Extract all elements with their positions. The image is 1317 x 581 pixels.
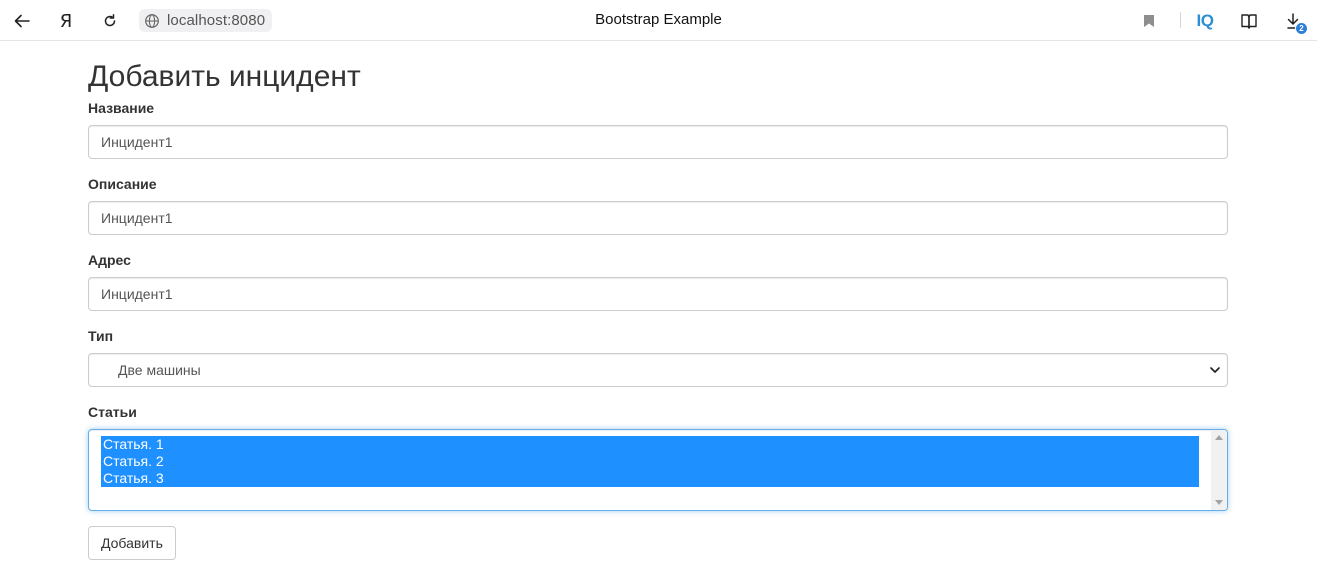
article-option[interactable]: Статья. 1 [101,436,1199,453]
yandex-button[interactable]: Я [52,7,80,35]
reload-icon[interactable] [96,7,124,35]
globe-icon [144,13,160,29]
articles-multiselect[interactable]: Статья. 1 Статья. 2 Статья. 3 [88,429,1228,511]
add-button[interactable]: Добавить [88,526,176,560]
description-label: Описание [88,176,157,192]
toolbar-divider [1180,12,1181,28]
articles-group: Статьи Статья. 1 Статья. 2 Статья. 3 [88,402,1228,511]
bookmark-icon[interactable] [1135,7,1163,35]
articles-scrollbar[interactable] [1211,430,1227,510]
chevron-down-icon [1210,367,1220,373]
type-select[interactable]: Две машины [88,353,1228,387]
scroll-down-arrow-icon[interactable] [1215,500,1223,505]
reader-mode-icon[interactable] [1235,7,1263,35]
page-title: Добавить инцидент [88,60,361,93]
address-text: localhost:8080 [167,12,266,29]
browser-toolbar: Я localhost:8080 Bootstrap Example IQ 2 [0,0,1317,41]
type-label: Тип [88,328,114,344]
description-input[interactable]: Инцидент1 [88,201,1228,235]
name-input[interactable]: Инцидент1 [88,125,1228,159]
name-group: Название Инцидент1 [88,98,1228,159]
download-icon[interactable]: 2 [1279,7,1308,35]
back-arrow-icon[interactable] [8,7,36,35]
address-label: Адрес [88,252,131,268]
iq-extension-icon[interactable]: IQ [1191,7,1219,35]
description-group: Описание Инцидент1 [88,174,1228,235]
scroll-up-arrow-icon[interactable] [1215,435,1223,440]
address-input[interactable]: Инцидент1 [88,277,1228,311]
article-option[interactable]: Статья. 3 [101,470,1199,487]
article-option[interactable]: Статья. 2 [101,453,1199,470]
address-bar[interactable]: localhost:8080 [139,9,273,32]
download-count-badge: 2 [1295,22,1308,35]
type-group: Тип Две машины [88,326,1228,387]
type-selected-value: Две машины [118,362,201,378]
articles-label: Статьи [88,404,137,420]
address-group: Адрес Инцидент1 [88,250,1228,311]
articles-options: Статья. 1 Статья. 2 Статья. 3 [101,436,1199,487]
name-label: Название [88,100,155,116]
form-container: Добавить инцидент Название Инцидент1 Опи… [88,41,1228,560]
